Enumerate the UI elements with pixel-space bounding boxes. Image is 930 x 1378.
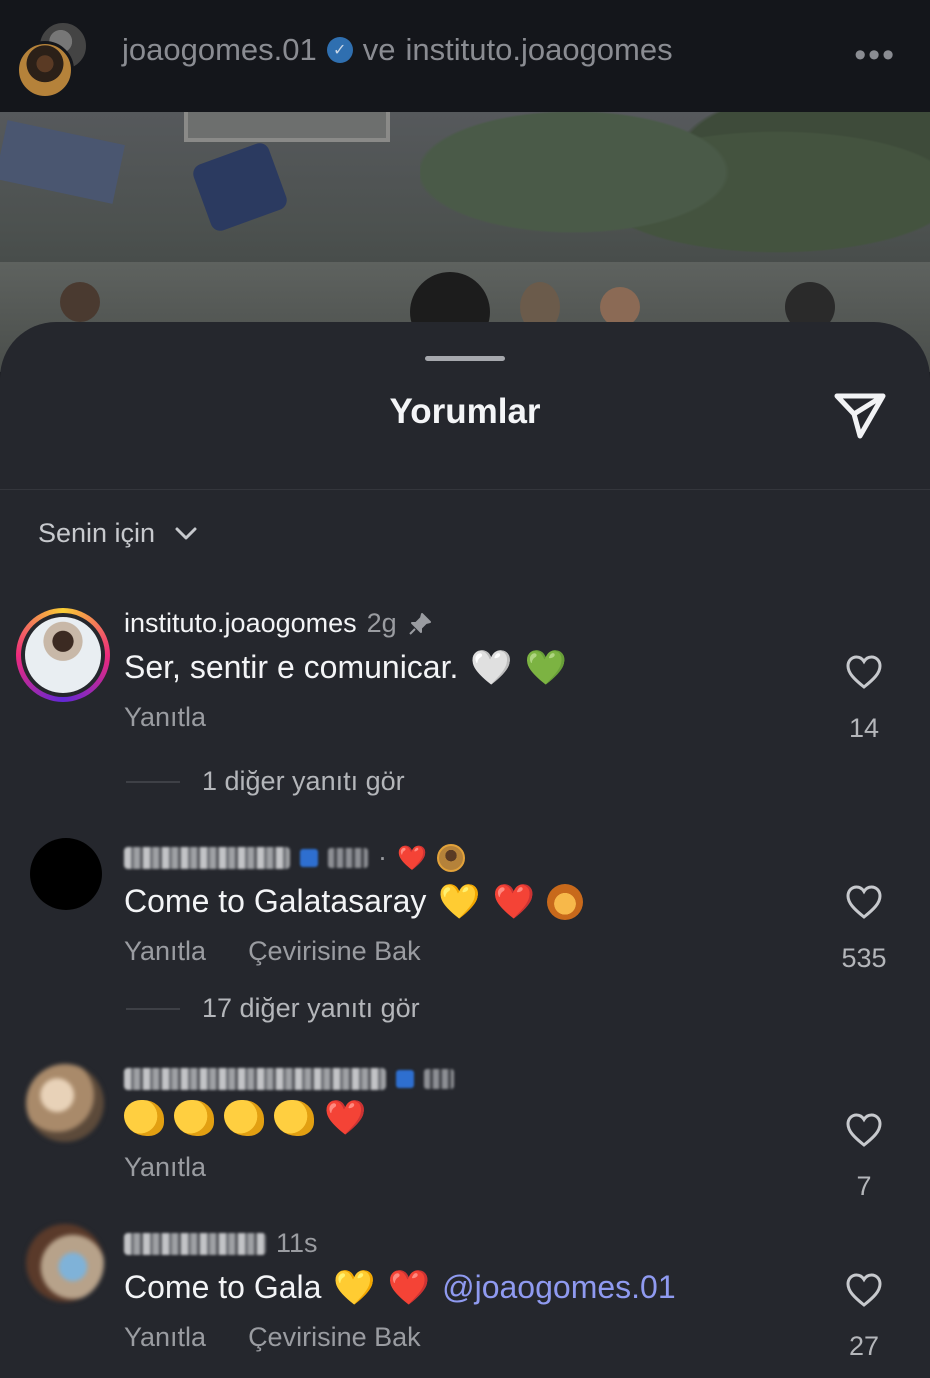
lion-emoji bbox=[547, 883, 584, 920]
creator-liked-heart-icon: ❤️ bbox=[397, 843, 427, 872]
see-translation-button[interactable]: Çevirisine Bak bbox=[248, 936, 421, 967]
reply-button[interactable]: Yanıtla bbox=[124, 1322, 206, 1353]
sheet-title: Yorumlar bbox=[389, 392, 541, 431]
comment-text: ❤️ bbox=[124, 1100, 454, 1136]
basketball-board bbox=[184, 112, 390, 142]
comment-time: 11s bbox=[276, 1228, 318, 1258]
comment-username[interactable]: instituto.joaogomes bbox=[124, 608, 357, 639]
green-heart-emoji: 💚 bbox=[524, 647, 568, 688]
like-control: 7 bbox=[829, 1110, 899, 1202]
like-control: 27 bbox=[829, 1270, 899, 1362]
clapping-hands-emoji bbox=[274, 1100, 314, 1136]
avatar[interactable] bbox=[26, 1224, 104, 1302]
send-paper-plane-icon[interactable] bbox=[830, 384, 890, 444]
comment-time: 2g bbox=[366, 608, 397, 638]
verified-badge-icon bbox=[396, 1070, 414, 1088]
reply-button[interactable]: Yanıtla bbox=[124, 702, 206, 733]
heart-icon[interactable] bbox=[844, 652, 884, 692]
owner-joiner: ve bbox=[362, 32, 396, 67]
owner-primary-name[interactable]: joaogomes.01 bbox=[122, 32, 317, 68]
comment-time bbox=[424, 1069, 454, 1089]
mention-link[interactable]: @joaogomes.01 bbox=[442, 1269, 676, 1306]
chevron-down-icon bbox=[175, 527, 197, 539]
reply-button[interactable]: Yanıtla bbox=[124, 936, 206, 967]
comment-username[interactable] bbox=[124, 1068, 386, 1090]
reply-button[interactable]: Yanıtla bbox=[124, 1152, 206, 1183]
like-control: 14 bbox=[829, 652, 899, 744]
verified-badge-icon bbox=[300, 848, 318, 867]
comment-username[interactable] bbox=[124, 846, 290, 869]
verified-badge-icon: ✓ bbox=[326, 37, 353, 63]
like-count: 7 bbox=[856, 1171, 872, 1201]
avatar[interactable] bbox=[30, 838, 102, 910]
sheet-grabber[interactable] bbox=[425, 356, 505, 361]
like-control: 535 bbox=[829, 882, 899, 974]
story-ring[interactable] bbox=[16, 608, 110, 702]
heart-icon[interactable] bbox=[844, 1270, 884, 1310]
sheet-divider bbox=[0, 489, 930, 490]
creator-avatar bbox=[436, 843, 465, 872]
comment-time bbox=[328, 847, 368, 868]
like-count: 27 bbox=[848, 1331, 880, 1361]
primary-owner-avatar bbox=[16, 41, 74, 99]
sort-label: Senin için bbox=[38, 518, 156, 548]
comment-text: Come to Gala 💛 ❤️ @joaogomes.01 bbox=[124, 1267, 676, 1308]
post-header: joaogomes.01 ✓ ve instituto.joaogomes ••… bbox=[0, 0, 930, 112]
yellow-heart-emoji: 💛 bbox=[333, 1267, 376, 1308]
see-translation-button[interactable]: Çevirisine Bak bbox=[248, 1322, 421, 1353]
more-horizontal-icon[interactable]: ••• bbox=[854, 36, 896, 75]
view-more-replies[interactable]: 17 diğer yanıtı gör bbox=[126, 993, 420, 1024]
view-more-replies[interactable]: 1 diğer yanıtı gör bbox=[126, 766, 405, 797]
like-count: 535 bbox=[841, 943, 887, 973]
red-heart-emoji: ❤️ bbox=[492, 881, 536, 922]
clapping-hands-emoji bbox=[174, 1100, 214, 1136]
comment-text: Ser, sentir e comunicar. 🤍 💚 bbox=[124, 647, 568, 688]
heart-icon[interactable] bbox=[844, 1110, 884, 1150]
pin-icon bbox=[408, 612, 431, 635]
like-count: 14 bbox=[848, 713, 880, 743]
red-heart-emoji: ❤️ bbox=[387, 1267, 431, 1308]
avatar[interactable] bbox=[26, 1064, 104, 1142]
red-heart-emoji: ❤️ bbox=[324, 1098, 367, 1138]
comment-text: Come to Galatasaray 💛 ❤️ bbox=[124, 881, 584, 922]
owner-avatars[interactable] bbox=[16, 11, 96, 101]
sort-selector[interactable]: Senin için bbox=[38, 518, 199, 549]
owner-secondary-name[interactable]: instituto.joaogomes bbox=[406, 32, 673, 68]
white-heart-emoji: 🤍 bbox=[470, 647, 513, 688]
clapping-hands-emoji bbox=[224, 1100, 264, 1136]
comment-username[interactable] bbox=[124, 1232, 266, 1255]
avatar bbox=[25, 617, 101, 693]
post-owners[interactable]: joaogomes.01 ✓ ve instituto.joaogomes bbox=[122, 32, 673, 68]
yellow-heart-emoji: 💛 bbox=[438, 881, 481, 922]
clapping-hands-emoji bbox=[124, 1100, 164, 1136]
heart-icon[interactable] bbox=[844, 882, 884, 922]
comments-sheet: Yorumlar Senin için instituto.joaogomes … bbox=[0, 322, 930, 1378]
